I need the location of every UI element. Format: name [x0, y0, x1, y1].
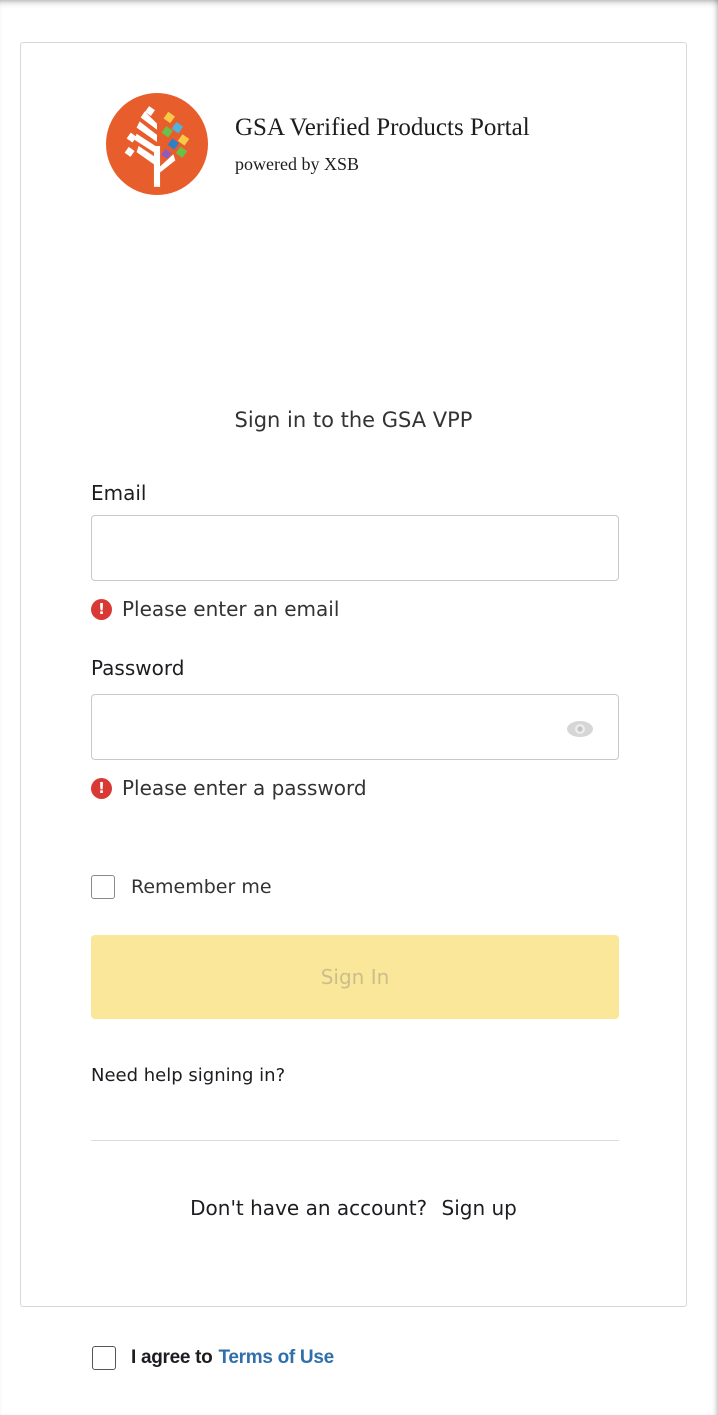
- email-error-text: Please enter an email: [122, 597, 340, 621]
- signin-card: GSA Verified Products Portal powered by …: [20, 42, 687, 1307]
- signin-heading: Sign in to the GSA VPP: [234, 408, 473, 432]
- password-error: ! Please enter a password: [91, 774, 367, 802]
- password-input[interactable]: [91, 694, 619, 760]
- terms-checkbox[interactable]: [92, 1346, 116, 1370]
- password-error-text: Please enter a password: [122, 776, 367, 800]
- portal-subtitle: powered by XSB: [235, 154, 359, 174]
- email-error: ! Please enter an email: [91, 595, 339, 623]
- page: GSA Verified Products Portal powered by …: [0, 0, 718, 1415]
- signup-row: Don't have an account? Sign up: [21, 1194, 686, 1222]
- error-icon: !: [91, 777, 112, 799]
- error-icon: !: [91, 598, 112, 620]
- divider: [91, 1140, 619, 1141]
- terms-prefix: I agree to: [131, 1347, 213, 1368]
- email-label: Email: [91, 481, 147, 505]
- password-label: Password: [91, 656, 185, 680]
- email-input[interactable]: [91, 515, 619, 581]
- terms-of-use-link[interactable]: Terms of Use: [218, 1347, 334, 1369]
- terms-row: I agree to Terms of Use: [92, 1346, 334, 1370]
- portal-title: GSA Verified Products Portal: [235, 114, 530, 141]
- sign-in-button[interactable]: Sign In: [91, 935, 619, 1019]
- tree-logo-icon: [106, 93, 208, 195]
- eye-icon[interactable]: [565, 719, 595, 739]
- remember-me-row: Remember me: [91, 875, 272, 899]
- brand-header: GSA Verified Products Portal powered by …: [106, 93, 530, 195]
- remember-me-label[interactable]: Remember me: [131, 876, 272, 898]
- remember-me-checkbox[interactable]: [91, 875, 115, 899]
- help-signing-in-link[interactable]: Need help signing in?: [91, 1062, 285, 1090]
- sign-up-link[interactable]: Sign up: [442, 1196, 517, 1220]
- brand-text: GSA Verified Products Portal powered by …: [235, 113, 530, 175]
- signup-prompt: Don't have an account?: [190, 1196, 428, 1220]
